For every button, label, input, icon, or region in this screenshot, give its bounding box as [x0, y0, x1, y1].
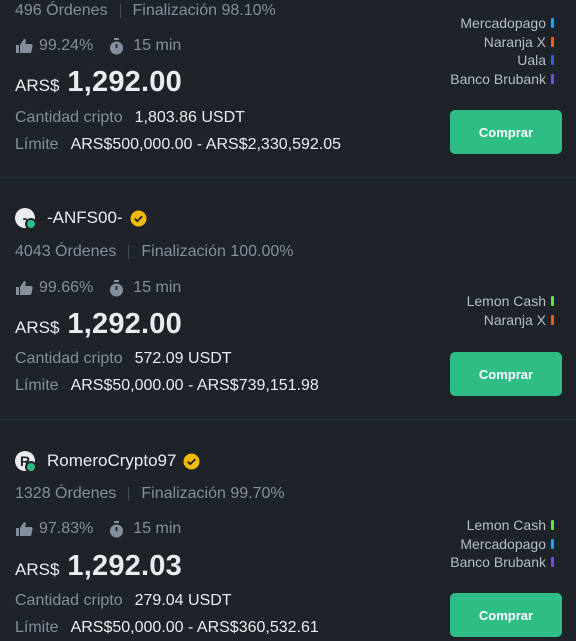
payment-color-bar — [551, 538, 554, 549]
buy-button[interactable]: Comprar — [450, 352, 562, 396]
price-currency: ARS$ — [15, 318, 60, 337]
price-currency: ARS$ — [15, 76, 60, 95]
ad-rating-row: 97.83% 15 min — [15, 520, 181, 538]
payment-method: Naranja X — [450, 33, 554, 52]
orders-count: 1328 Órdenes — [15, 485, 117, 502]
rating-percent: 99.66% — [39, 279, 94, 296]
payment-color-bar — [551, 18, 554, 29]
pay-time: 15 min — [133, 279, 182, 296]
buy-button[interactable]: Comprar — [450, 110, 562, 154]
ad-rating-row: 99.66% 15 min — [15, 279, 181, 297]
price-value: 1,292.00 — [67, 66, 182, 98]
completion-rate: Finalización 99.70% — [141, 485, 285, 502]
thumbs-up-icon — [15, 280, 33, 296]
verified-badge-icon — [130, 210, 147, 227]
stopwatch-icon — [109, 37, 124, 55]
quantity-row: Cantidad cripto 572.09 USDT — [15, 350, 232, 368]
ad-card-1: 496 Órdenes Finalización 98.10% 99.24% 1… — [0, 0, 576, 177]
stat-separator — [128, 487, 130, 501]
completion-rate: Finalización 98.10% — [132, 2, 276, 19]
limit-label: Límite — [15, 377, 59, 394]
ad-stats-row: 1328 Órdenes Finalización 99.70% — [15, 485, 285, 503]
thumbs-up-icon — [15, 38, 33, 54]
payment-methods: Lemon Cash Mercadopago Banco Brubank — [450, 516, 554, 572]
payment-color-bar — [551, 36, 554, 47]
stopwatch-icon — [109, 520, 124, 538]
payment-color-bar — [551, 55, 554, 66]
price-row: ARS$ 1,292.00 — [15, 66, 182, 99]
online-status-dot — [25, 461, 37, 473]
payment-color-bar — [551, 314, 554, 325]
limit-value: ARS$50,000.00 - ARS$739,151.98 — [70, 377, 319, 394]
stat-separator — [119, 4, 121, 18]
payment-methods: Lemon Cash Naranja X — [467, 292, 554, 329]
rating-percent: 97.83% — [39, 520, 94, 537]
verified-badge-icon — [183, 453, 200, 470]
ad-stats-row: 4043 Órdenes Finalización 100.00% — [15, 243, 294, 261]
limit-value: ARS$50,000.00 - ARS$360,532.61 — [70, 619, 319, 636]
price-row: ARS$ 1,292.03 — [15, 550, 182, 583]
avatar: - — [15, 208, 37, 230]
payment-color-bar — [551, 296, 554, 307]
avatar: R — [15, 451, 37, 473]
price-row: ARS$ 1,292.00 — [15, 308, 182, 341]
limit-value: ARS$500,000.00 - ARS$2,330,592.05 — [70, 136, 342, 153]
ad-card-2: - -ANFS00- 4043 Órdenes Finalización 100… — [0, 178, 576, 419]
ad-stats-row: 496 Órdenes Finalización 98.10% — [15, 2, 276, 20]
price-value: 1,292.03 — [67, 550, 182, 582]
payment-method: Mercadopago — [450, 535, 554, 554]
pay-time: 15 min — [133, 37, 182, 54]
limit-row: Límite ARS$500,000.00 - ARS$2,330,592.05 — [15, 136, 341, 154]
buy-button[interactable]: Comprar — [450, 593, 562, 637]
price-currency: ARS$ — [15, 560, 60, 579]
quantity-value: 279.04 USDT — [134, 592, 232, 609]
advertiser-row[interactable]: - -ANFS00- — [15, 208, 147, 230]
price-value: 1,292.00 — [67, 308, 182, 340]
stat-separator — [128, 245, 130, 259]
quantity-row: Cantidad cripto 1,803.86 USDT — [15, 109, 245, 127]
limit-label: Límite — [15, 619, 59, 636]
quantity-value: 572.09 USDT — [134, 350, 232, 367]
quantity-label: Cantidad cripto — [15, 592, 123, 609]
thumbs-up-icon — [15, 521, 33, 537]
advertiser-name[interactable]: RomeroCrypto97 — [47, 451, 176, 471]
ad-rating-row: 99.24% 15 min — [15, 37, 181, 55]
payment-color-bar — [551, 557, 554, 568]
quantity-row: Cantidad cripto 279.04 USDT — [15, 592, 232, 610]
quantity-value: 1,803.86 USDT — [134, 109, 245, 126]
stopwatch-icon — [109, 279, 124, 297]
payment-method: Uala — [450, 51, 554, 70]
ad-card-3: R RomeroCrypto97 1328 Órdenes Finalizaci… — [0, 420, 576, 641]
quantity-label: Cantidad cripto — [15, 350, 123, 367]
limit-row: Límite ARS$50,000.00 - ARS$739,151.98 — [15, 377, 319, 395]
limit-label: Límite — [15, 136, 59, 153]
online-status-dot — [25, 218, 37, 230]
payment-method: Lemon Cash — [467, 292, 554, 311]
limit-row: Límite ARS$50,000.00 - ARS$360,532.61 — [15, 619, 319, 637]
orders-count: 496 Órdenes — [15, 2, 108, 19]
payment-method: Banco Brubank — [450, 553, 554, 572]
payment-method: Banco Brubank — [450, 70, 554, 89]
payment-methods: Mercadopago Naranja X Uala Banco Brubank — [450, 14, 554, 88]
payment-method: Naranja X — [467, 311, 554, 330]
quantity-label: Cantidad cripto — [15, 109, 123, 126]
completion-rate: Finalización 100.00% — [141, 243, 294, 260]
payment-method: Lemon Cash — [450, 516, 554, 535]
advertiser-row[interactable]: R RomeroCrypto97 — [15, 451, 200, 473]
rating-percent: 99.24% — [39, 37, 94, 54]
payment-color-bar — [551, 520, 554, 531]
advertiser-name[interactable]: -ANFS00- — [47, 208, 123, 228]
orders-count: 4043 Órdenes — [15, 243, 117, 260]
payment-color-bar — [551, 73, 554, 84]
pay-time: 15 min — [133, 520, 182, 537]
payment-method: Mercadopago — [450, 14, 554, 33]
